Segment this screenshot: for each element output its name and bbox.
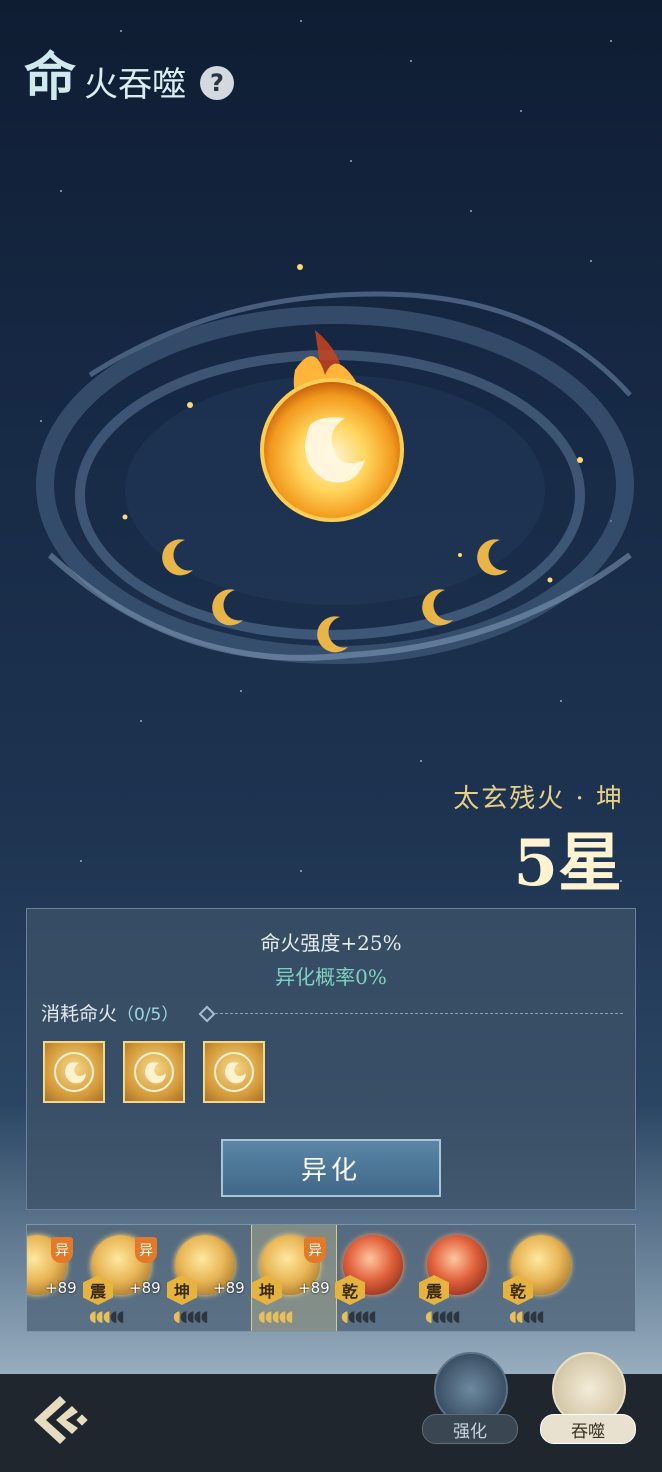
star-pips: ◖◖◖◖◖ <box>258 1307 294 1325</box>
crescent-pip-icon: ◖ <box>529 1307 538 1325</box>
tab-devour[interactable]: 吞噬 <box>540 1352 636 1446</box>
tab-strengthen[interactable]: 强化 <box>422 1352 518 1446</box>
star-pips: ◖◖◖◖◖ <box>341 1307 377 1325</box>
page-title: 命 火吞噬 ? <box>24 47 235 108</box>
crescent-pip-icon: ◖ <box>102 1307 111 1325</box>
crescent-pip-icon: ◖ <box>173 1307 181 1325</box>
consume-slot[interactable] <box>43 1041 105 1103</box>
star-pips: ◖◖◖◖◖ <box>173 1307 209 1325</box>
mutation-badge: 异 <box>135 1237 157 1263</box>
crescent-pip-icon: ◖ <box>271 1307 280 1325</box>
back-arrow-icon[interactable] <box>26 1390 92 1450</box>
level-plus: +89 <box>45 1279 77 1297</box>
crescent-pip-icon: ◖ <box>509 1307 517 1325</box>
help-button[interactable]: ? <box>200 66 235 100</box>
crescent-pip-icon: ◖ <box>258 1307 266 1325</box>
consume-text: 消耗命火 <box>41 1003 118 1025</box>
inventory-item[interactable]: +89 坤 ◖◖◖◖◖ <box>167 1225 251 1331</box>
mutation-badge: 异 <box>51 1237 73 1263</box>
level-plus: +89 <box>298 1279 330 1297</box>
crescent-pip-icon: ◖ <box>438 1307 447 1325</box>
crescent-pip-icon: ◖ <box>431 1307 440 1325</box>
crescent-pip-icon: ◖ <box>452 1307 461 1325</box>
inventory-item[interactable]: 异 +89 震 ◖◖◖◖◖ <box>83 1225 167 1331</box>
level-plus: +89 <box>213 1279 245 1297</box>
crescent-pip-icon: ◖ <box>522 1307 531 1325</box>
crescent-pip-icon: ◖ <box>515 1307 524 1325</box>
crescent-pip-icon: ◖ <box>186 1307 195 1325</box>
crescent-pip-icon: ◖ <box>425 1307 433 1325</box>
inventory-item[interactable]: 震 ◖◖◖◖◖ <box>419 1225 503 1331</box>
title-text: 火吞噬 <box>84 64 187 105</box>
crescent-pip-icon: ◖ <box>95 1307 104 1325</box>
fire-orb[interactable] <box>255 300 410 550</box>
consume-progress-line <box>198 1005 623 1023</box>
flame-icon <box>214 1052 254 1092</box>
consume-slot[interactable] <box>203 1041 265 1103</box>
star-level: 5星 <box>513 826 622 901</box>
crescent-pip-icon: ◖ <box>368 1307 377 1325</box>
star-pips: ◖◖◖◖◖ <box>425 1307 461 1325</box>
mutation-panel: 命火强度+25% 异化概率0% 消耗命火（0/5） 异化 <box>26 908 636 1210</box>
mutation-rate-stat: 异化概率0% <box>275 965 387 989</box>
crescent-orbit <box>162 539 508 653</box>
crescent-pip-icon: ◖ <box>264 1307 273 1325</box>
title-big-glyph: 命 <box>24 47 77 108</box>
level-plus: +89 <box>129 1279 161 1297</box>
fire-name: 太玄残火 · 坤 <box>453 784 624 814</box>
star-pips: ◖◖◖◖◖ <box>89 1307 125 1325</box>
crescent-pip-icon: ◖ <box>109 1307 118 1325</box>
mutation-badge: 异 <box>304 1237 326 1263</box>
consume-count: （0/5） <box>117 1005 179 1025</box>
crescent-pip-icon: ◖ <box>179 1307 188 1325</box>
crescent-pip-icon: ◖ <box>116 1307 125 1325</box>
crescent-pip-icon: ◖ <box>193 1307 202 1325</box>
crescent-pip-icon: ◖ <box>445 1307 454 1325</box>
crescent-pip-icon: ◖ <box>285 1307 294 1325</box>
inventory-item[interactable]: 乾 ◖◖◖◖◖ <box>335 1225 419 1331</box>
tab-strengthen-label: 强化 <box>422 1414 518 1444</box>
crescent-pip-icon: ◖ <box>278 1307 287 1325</box>
fire-inventory[interactable]: 异+89◖◖异+89震◖◖◖◖◖+89坤◖◖◖◖◖异+89坤◖◖◖◖◖乾◖◖◖◖… <box>26 1224 636 1332</box>
inventory-item[interactable]: 异 +89 坤 ◖◖◖◖◖ <box>251 1225 337 1331</box>
mutate-button[interactable]: 异化 <box>221 1139 441 1197</box>
consume-slot[interactable] <box>123 1041 185 1103</box>
tab-devour-label: 吞噬 <box>540 1414 636 1444</box>
inventory-item[interactable]: 乾 ◖◖◖◖◖ <box>503 1225 587 1331</box>
crescent-pip-icon: ◖ <box>200 1307 209 1325</box>
flame-icon <box>134 1052 174 1092</box>
star-pips: ◖◖◖◖◖ <box>509 1307 545 1325</box>
crescent-pip-icon: ◖ <box>89 1307 97 1325</box>
crescent-pip-icon: ◖ <box>341 1307 349 1325</box>
strength-stat: 命火强度+25% <box>260 931 402 955</box>
crescent-pip-icon: ◖ <box>347 1307 356 1325</box>
crescent-pip-icon: ◖ <box>354 1307 363 1325</box>
crescent-pip-icon: ◖ <box>536 1307 545 1325</box>
consume-label: 消耗命火（0/5） <box>41 999 178 1026</box>
inventory-item[interactable]: 异+89◖◖ <box>27 1225 83 1331</box>
flame-icon <box>54 1052 94 1092</box>
progress-knob <box>198 1005 216 1023</box>
crescent-pip-icon: ◖ <box>361 1307 370 1325</box>
